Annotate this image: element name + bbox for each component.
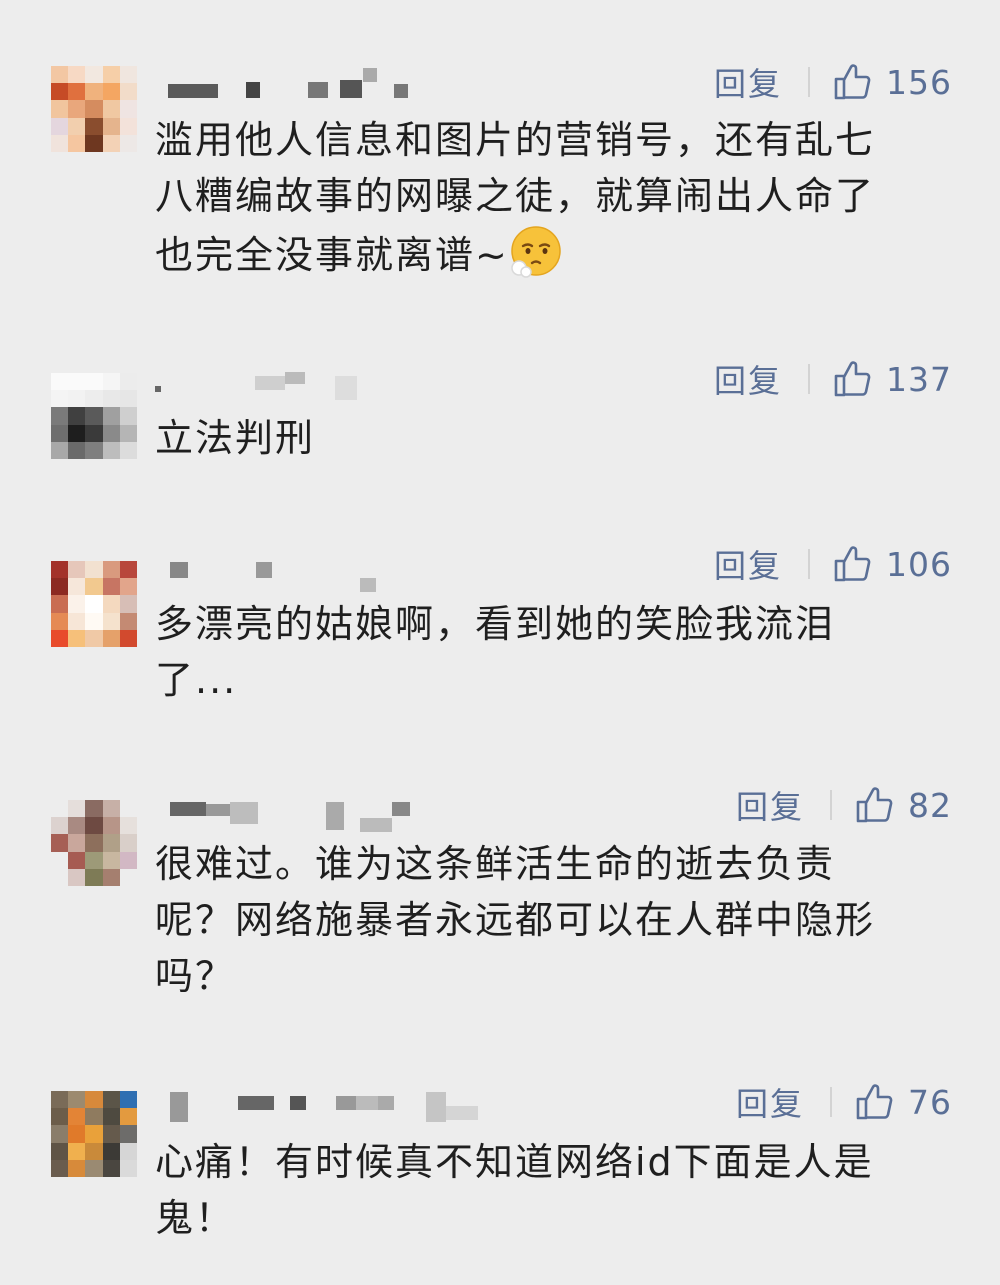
comment-text: 心痛！有时候真不知道网络id下面是人是 鬼！ [155,1140,874,1240]
avatar[interactable] [51,800,137,886]
like-button[interactable]: 156 [832,62,952,102]
comment-text: 多漂亮的姑娘啊，看到她的笑脸我流泪 了... [155,602,836,702]
thumbs-up-icon [856,1084,893,1120]
avatar[interactable] [51,66,137,152]
like-count: 156 [886,62,952,102]
avatar[interactable] [51,373,137,459]
thumbs-up-icon [856,787,893,823]
like-button[interactable]: 137 [832,359,952,399]
reply-button[interactable]: 回复 [714,356,782,402]
divider [808,364,810,394]
comment-text: 很难过。谁为这条鲜活生命的逝去负责 呢？网络施暴者永远都可以在人群中隐形 吗？ [155,842,876,998]
reply-button[interactable]: 回复 [736,1079,804,1125]
username-blurred[interactable] [170,1092,480,1122]
like-count: 82 [908,785,952,825]
thumbs-up-icon [834,64,871,100]
like-count: 137 [886,359,952,399]
username-blurred[interactable] [170,800,420,832]
comment-actions: 回复 137 [714,357,952,401]
divider [830,1087,832,1117]
comment-actions: 回复 82 [736,783,952,827]
avatar[interactable] [51,1091,137,1177]
like-count: 106 [886,544,952,584]
like-button[interactable]: 76 [854,1082,952,1122]
divider [830,790,832,820]
like-count: 76 [908,1082,952,1122]
thumbs-up-icon [834,361,871,397]
username-blurred[interactable] [168,68,418,100]
username-blurred[interactable] [170,560,390,592]
reply-button[interactable]: 回复 [714,59,782,105]
reply-button[interactable]: 回复 [714,541,782,587]
comment-text: 滥用他人信息和图片的营销号，还有乱七 八糟编故事的网曝之徒，就算闹出人命了 也完… [155,112,955,293]
comment-actions: 回复 76 [736,1080,952,1124]
thumbs-up-icon [834,546,871,582]
divider [808,67,810,97]
like-button[interactable]: 82 [854,785,952,825]
comment-actions: 回复 156 [714,60,952,104]
comment-text: 立法判刑 [155,416,316,460]
avatar[interactable] [51,561,137,647]
pensive-face-emoji [509,224,563,293]
divider [808,549,810,579]
comment-actions: 回复 106 [714,542,952,586]
like-button[interactable]: 106 [832,544,952,584]
username-blurred[interactable] [155,372,365,402]
reply-button[interactable]: 回复 [736,782,804,828]
